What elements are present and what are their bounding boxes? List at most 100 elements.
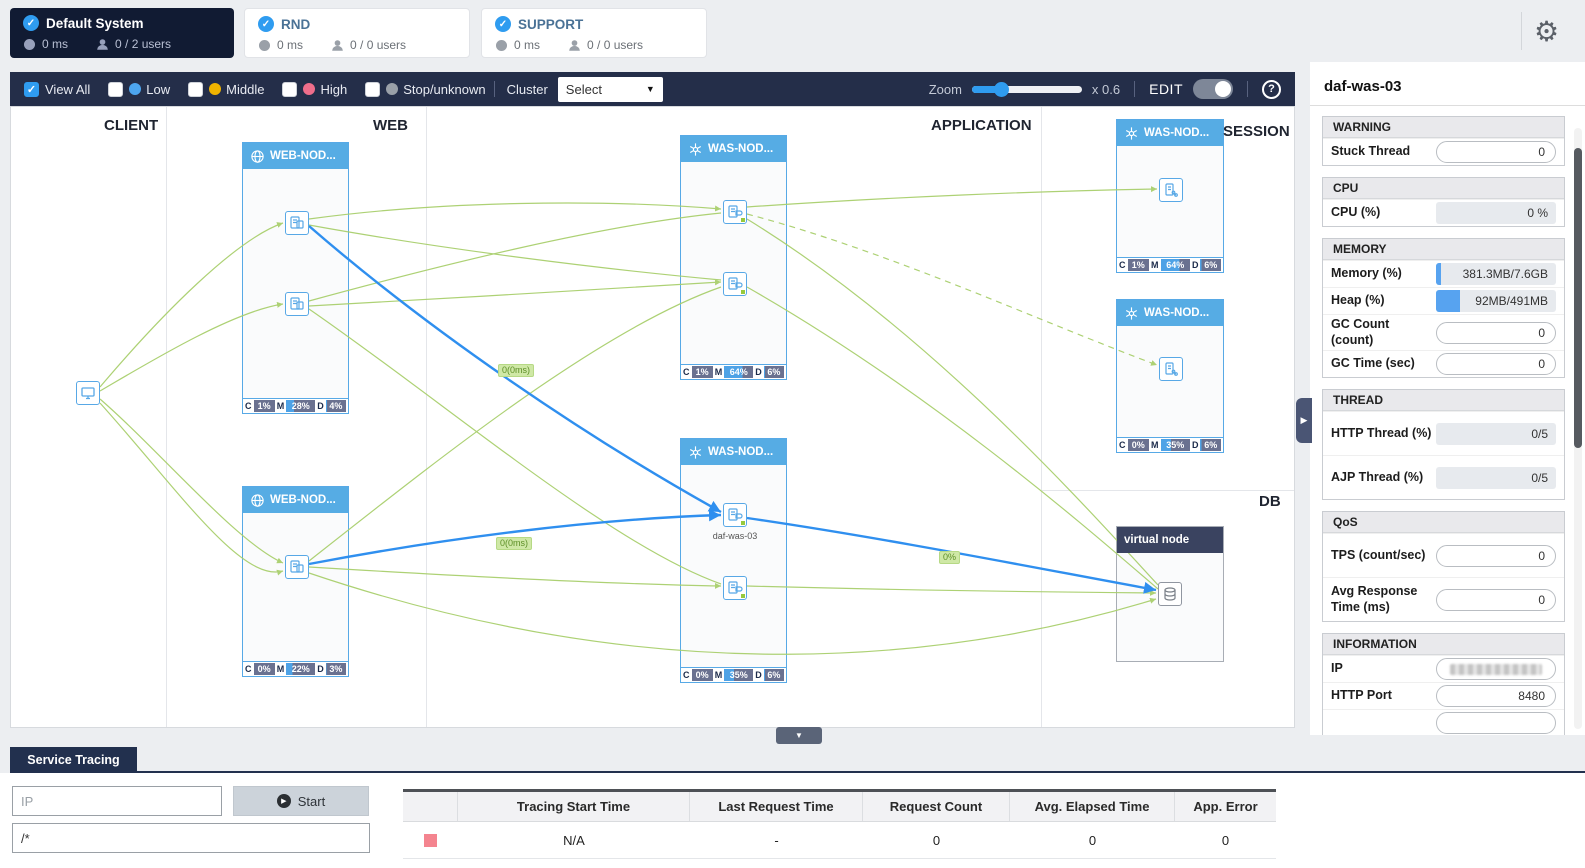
was-instance-icon-daf-was-03[interactable] <box>723 503 747 527</box>
metric-value <box>1436 712 1556 735</box>
topbar-divider <box>1521 12 1522 50</box>
session-instance-icon[interactable] <box>1159 178 1183 202</box>
metric-value: 0 <box>1436 544 1556 567</box>
session-icon <box>1165 362 1178 376</box>
memory-stat-chip: 64% <box>724 366 754 378</box>
edit-toggle[interactable] <box>1193 79 1233 99</box>
metric-row: Avg Response Time (ms) 0 <box>1323 577 1564 621</box>
zoom-slider[interactable] <box>971 81 1082 97</box>
session-instance-icon[interactable] <box>1159 357 1183 381</box>
help-icon[interactable]: ? <box>1262 79 1281 99</box>
collapse-bottom-panel-button[interactable]: ▼ <box>776 727 822 744</box>
node-session-1-header[interactable]: WAS-NOD... <box>1117 120 1223 146</box>
node-stats: C 1% M 28% D 4% <box>242 398 349 414</box>
node-session-1[interactable]: WAS-NOD... C 1% M 64% D 6% <box>1116 119 1224 273</box>
view-all-checkbox[interactable]: ✓ <box>24 81 39 97</box>
system-card-rnd[interactable]: ✓ RND 0 ms 0 / 0 users <box>244 8 470 58</box>
status-dot-icon <box>741 521 745 525</box>
node-detail-panel: daf-was-03 WARNING Stuck Thread 0 CPU CP… <box>1310 62 1585 735</box>
detail-scrollbar-thumb[interactable] <box>1574 148 1582 448</box>
node-web-2[interactable]: WEB-NOD... C 0% M 22% D 3% <box>242 486 349 677</box>
high-filter[interactable]: High <box>282 81 347 97</box>
node-session-2-header[interactable]: WAS-NOD... <box>1117 300 1223 326</box>
node-was-2[interactable]: WAS-NOD... daf-was-03 C 0% M 35% D 6% <box>680 438 787 683</box>
node-session-2[interactable]: WAS-NOD... C 0% M 35% D 6% <box>1116 299 1224 453</box>
was-cluster-icon <box>1125 306 1138 320</box>
stat-key: C <box>1119 440 1126 450</box>
web-instance-icon[interactable] <box>285 292 309 316</box>
was-cluster-icon <box>689 445 702 459</box>
db-instance-icon[interactable] <box>1158 582 1182 606</box>
start-tracing-button[interactable]: ▶ Start <box>233 786 369 816</box>
node-virtual-db-header[interactable]: virtual node <box>1117 527 1223 553</box>
system-card-default-system[interactable]: ✓ Default System 0 ms 0 / 2 users <box>10 8 234 58</box>
stat-key: M <box>276 401 285 411</box>
server-icon <box>290 297 304 310</box>
low-checkbox[interactable] <box>108 81 124 97</box>
trace-ip-input[interactable] <box>12 786 222 816</box>
disk-stat-chip: 3% <box>325 663 346 675</box>
table-row[interactable]: N/A - 0 0 0 <box>403 822 1276 859</box>
metric-value: 0 <box>1436 353 1556 376</box>
system-users: 0 / 2 users <box>115 37 172 51</box>
zoom-slider-knob[interactable] <box>993 81 1009 97</box>
cluster-select[interactable]: Select ▼ <box>557 76 663 102</box>
client-node-icon[interactable] <box>76 381 100 405</box>
low-filter[interactable]: Low <box>108 81 170 97</box>
metric-row: IP <box>1323 655 1564 682</box>
stat-key: C <box>245 401 252 411</box>
was-instance-icon[interactable] <box>723 576 747 600</box>
node-was-2-header[interactable]: WAS-NOD... <box>681 439 786 465</box>
chevron-down-icon: ▼ <box>645 84 655 94</box>
collapse-detail-panel-button[interactable]: ▶ <box>1296 398 1312 443</box>
high-checkbox[interactable] <box>282 81 298 97</box>
metric-row: HTTP Thread (%) 0/5 <box>1323 411 1564 455</box>
metric-value: 92MB/491MB <box>1475 294 1548 308</box>
edit-toggle-knob[interactable] <box>1215 81 1231 97</box>
middle-filter[interactable]: Middle <box>188 81 264 97</box>
node-was-1[interactable]: WAS-NOD... C 1% M 64% D 6% <box>680 135 787 380</box>
col-app-error: App. Error <box>1193 799 1258 814</box>
web-instance-icon[interactable] <box>285 211 309 235</box>
tab-service-tracing[interactable]: Service Tracing <box>10 747 137 772</box>
node-web-2-header[interactable]: WEB-NOD... <box>243 487 348 513</box>
metric-label: CPU (%) <box>1331 205 1381 220</box>
was-instance-icon[interactable] <box>723 272 747 296</box>
view-all-filter[interactable]: ✓ View All <box>24 81 90 97</box>
node-virtual-db[interactable]: virtual node <box>1116 526 1224 662</box>
tracing-table: Tracing Start Time Last Request Time Req… <box>403 789 1276 859</box>
service-tracing-panel: ▶ Start Tracing Start Time Last Request … <box>0 773 1585 868</box>
web-instance-icon[interactable] <box>285 555 309 579</box>
top-bar: ✓ Default System 0 ms 0 / 2 users ✓ RND … <box>0 0 1585 62</box>
detail-scrollbar[interactable] <box>1574 128 1582 729</box>
trace-url-input[interactable] <box>12 823 370 853</box>
status-dot-icon <box>741 218 745 222</box>
disk-stat-chip: 6% <box>1200 259 1221 271</box>
stop-unknown-checkbox[interactable] <box>365 81 381 97</box>
low-dot-icon <box>129 83 142 95</box>
stat-key: C <box>245 664 252 674</box>
topology-canvas[interactable]: CLIENT WEB APPLICATION SESSION DB WEB-NO… <box>10 106 1295 728</box>
node-was-1-header[interactable]: WAS-NOD... <box>681 136 786 162</box>
system-card-title: SUPPORT <box>518 16 584 32</box>
gear-icon[interactable]: ⚙ <box>1534 15 1559 48</box>
stat-key: D <box>317 664 324 674</box>
middle-checkbox[interactable] <box>188 81 204 97</box>
metric-row: TPS (count/sec) 0 <box>1323 533 1564 577</box>
node-web-1-header[interactable]: WEB-NOD... <box>243 143 348 169</box>
cpu-stat-chip: 0% <box>1127 439 1150 451</box>
stat-key: C <box>1119 260 1126 270</box>
node-stats: C 0% M 22% D 3% <box>242 661 349 677</box>
node-title: WEB-NOD... <box>270 150 336 162</box>
section-warning: WARNING Stuck Thread 0 <box>1322 116 1565 166</box>
node-stats: C 1% M 64% D 6% <box>1116 257 1224 273</box>
stat-key: M <box>276 664 285 674</box>
metric-value: 381.3MB/7.6GB <box>1462 267 1548 281</box>
stat-key: M <box>1151 440 1159 450</box>
node-web-1[interactable]: WEB-NOD... C 1% M 28% D 4% <box>242 142 349 414</box>
stop-unknown-filter[interactable]: Stop/unknown <box>365 81 486 97</box>
memory-stat-chip: 35% <box>724 669 754 681</box>
section-cpu: CPU CPU (%) 0 % <box>1322 177 1565 227</box>
was-instance-icon[interactable] <box>723 200 747 224</box>
system-card-support[interactable]: ✓ SUPPORT 0 ms 0 / 0 users <box>481 8 707 58</box>
